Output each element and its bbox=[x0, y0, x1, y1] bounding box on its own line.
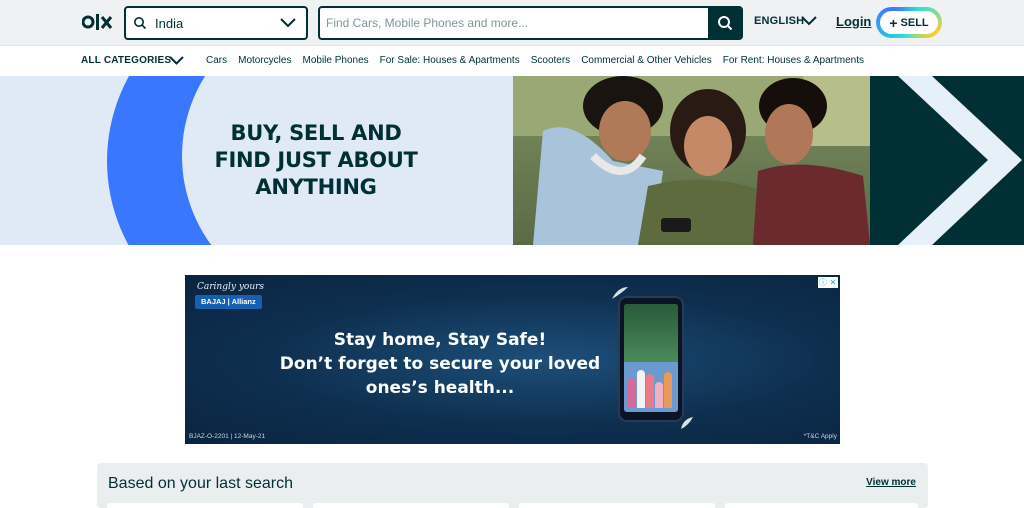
phone-screen bbox=[624, 304, 678, 412]
chevron-down-icon[interactable] bbox=[800, 14, 818, 28]
hero-text-panel: BUY, SELL AND FIND JUST ABOUT ANYTHING bbox=[0, 76, 513, 245]
olx-logo[interactable] bbox=[82, 11, 114, 33]
chevron-down-icon[interactable] bbox=[168, 54, 185, 67]
category-link-mobile-phones[interactable]: Mobile Phones bbox=[302, 55, 368, 66]
close-icon[interactable]: ✕ bbox=[828, 277, 838, 288]
location-selector[interactable]: India bbox=[124, 6, 308, 40]
phone-screen-trees bbox=[624, 304, 678, 362]
section-title: Based on your last search bbox=[108, 475, 293, 492]
listing-card[interactable] bbox=[725, 503, 918, 508]
category-link-cars[interactable]: Cars bbox=[206, 55, 227, 66]
search-bar bbox=[318, 6, 743, 40]
ad-reference-code: BJAZ-O-2201 | 12-May-21 bbox=[189, 433, 266, 440]
family-figure bbox=[637, 370, 645, 408]
language-selector[interactable]: ENGLISH bbox=[754, 15, 804, 27]
last-search-section: Based on your last search View more bbox=[97, 463, 928, 508]
feather-icon bbox=[681, 417, 693, 429]
search-input[interactable] bbox=[320, 8, 710, 38]
ad-headline-line: ones’s health... bbox=[365, 378, 515, 398]
top-header: India ENGLISH Login + SELL bbox=[0, 0, 1024, 46]
ad-headline-line: Stay home, Stay Safe! bbox=[333, 330, 547, 350]
hero-next-panel[interactable] bbox=[870, 76, 1024, 245]
sell-button[interactable]: + SELL bbox=[876, 7, 942, 38]
category-bar: ALL CATEGORIES Cars Motorcycles Mobile P… bbox=[0, 47, 1024, 75]
chevron-down-icon[interactable] bbox=[279, 16, 297, 30]
ad-phone-illustration bbox=[618, 296, 684, 422]
listing-card[interactable] bbox=[519, 503, 715, 508]
listing-card[interactable] bbox=[107, 503, 303, 508]
search-button[interactable] bbox=[708, 8, 741, 38]
plus-icon: + bbox=[889, 14, 898, 31]
sell-button-inner: + SELL bbox=[880, 11, 938, 34]
family-figure bbox=[655, 382, 663, 408]
hero-photo-friends bbox=[513, 76, 870, 245]
adchoices-icon[interactable]: ⓘ ✕ bbox=[818, 277, 838, 288]
ad-terms: *T&C Apply bbox=[803, 433, 837, 440]
category-link-motorcycles[interactable]: Motorcycles bbox=[238, 55, 291, 66]
sell-label: SELL bbox=[900, 16, 929, 29]
ad-headline: Stay home, Stay Safe! Don’t forget to se… bbox=[265, 328, 615, 400]
ad-banner[interactable]: Caringly yours BAJAJ | Allianz Stay home… bbox=[185, 275, 840, 444]
hero-line: ANYTHING bbox=[255, 175, 377, 199]
hero-line: BUY, SELL AND bbox=[230, 121, 402, 145]
category-link-scooters[interactable]: Scooters bbox=[531, 55, 570, 66]
ad-brand-logo: BAJAJ | Allianz bbox=[195, 295, 262, 309]
login-link[interactable]: Login bbox=[836, 14, 871, 29]
ad-headline-line: Don’t forget to secure your loved bbox=[279, 354, 601, 374]
category-link-sale-houses[interactable]: For Sale: Houses & Apartments bbox=[380, 55, 520, 66]
category-link-rent-houses[interactable]: For Rent: Houses & Apartments bbox=[723, 55, 864, 66]
category-links: Cars Motorcycles Mobile Phones For Sale:… bbox=[206, 55, 864, 66]
adchoices-info-icon[interactable]: ⓘ bbox=[818, 277, 828, 288]
hero-banner[interactable]: BUY, SELL AND FIND JUST ABOUT ANYTHING bbox=[0, 76, 1024, 245]
all-categories-button[interactable]: ALL CATEGORIES bbox=[81, 55, 171, 66]
ad-tagline: Caringly yours bbox=[197, 282, 265, 292]
hero-photo-illustration bbox=[513, 76, 870, 245]
hero-line: FIND JUST ABOUT bbox=[214, 148, 418, 172]
view-more-link[interactable]: View more bbox=[866, 477, 916, 488]
chevron-right-icon bbox=[898, 76, 1022, 245]
search-icon bbox=[134, 17, 147, 30]
family-figure bbox=[664, 372, 672, 408]
location-value: India bbox=[155, 16, 184, 31]
search-icon bbox=[717, 16, 732, 31]
category-link-commercial-vehicles[interactable]: Commercial & Other Vehicles bbox=[581, 55, 712, 66]
hero-headline: BUY, SELL AND FIND JUST ABOUT ANYTHING bbox=[206, 120, 426, 201]
listing-card[interactable] bbox=[313, 503, 509, 508]
family-figure bbox=[646, 374, 654, 408]
family-figure bbox=[628, 378, 636, 408]
